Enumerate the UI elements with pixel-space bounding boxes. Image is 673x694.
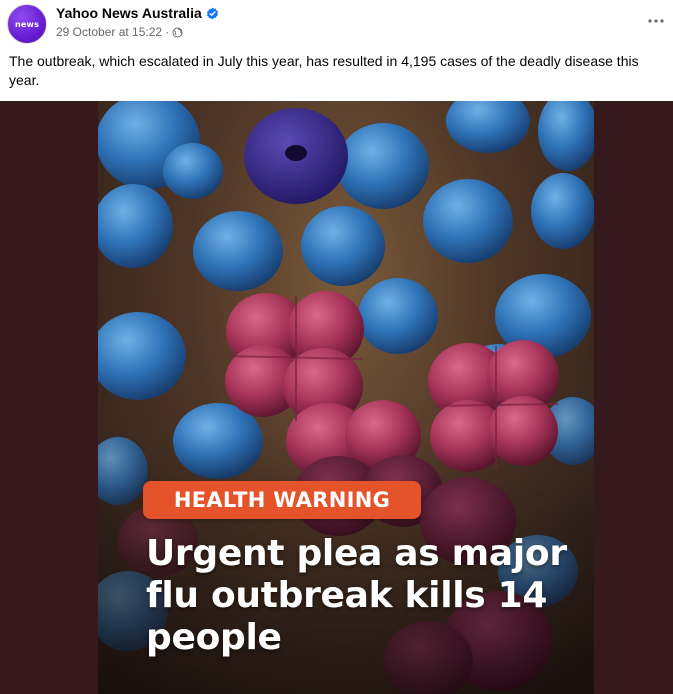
page-avatar[interactable]: news [7, 4, 47, 44]
post-header: news Yahoo News Australia 29 October at … [0, 0, 673, 48]
post-media[interactable]: HEALTH WARNING Urgent plea as major flu … [0, 101, 673, 694]
health-warning-badge: HEALTH WARNING [143, 481, 421, 519]
avatar-logo-text: news [14, 19, 40, 29]
globe-icon [172, 26, 183, 38]
more-options-icon [648, 19, 664, 23]
post-meta: 29 October at 15:22 · [56, 25, 183, 39]
post-text: The outbreak, which escalated in July th… [9, 53, 639, 88]
page-name-row: Yahoo News Australia [56, 5, 219, 21]
post-timestamp[interactable]: 29 October at 15:22 [56, 25, 162, 39]
meta-separator: · [165, 25, 170, 39]
video-frame[interactable]: HEALTH WARNING Urgent plea as major flu … [98, 101, 594, 694]
verified-badge-icon [206, 7, 218, 19]
more-options-button[interactable] [645, 10, 667, 32]
page-name[interactable]: Yahoo News Australia [56, 5, 202, 21]
video-headline: Urgent plea as major flu outbreak kills … [146, 533, 567, 658]
